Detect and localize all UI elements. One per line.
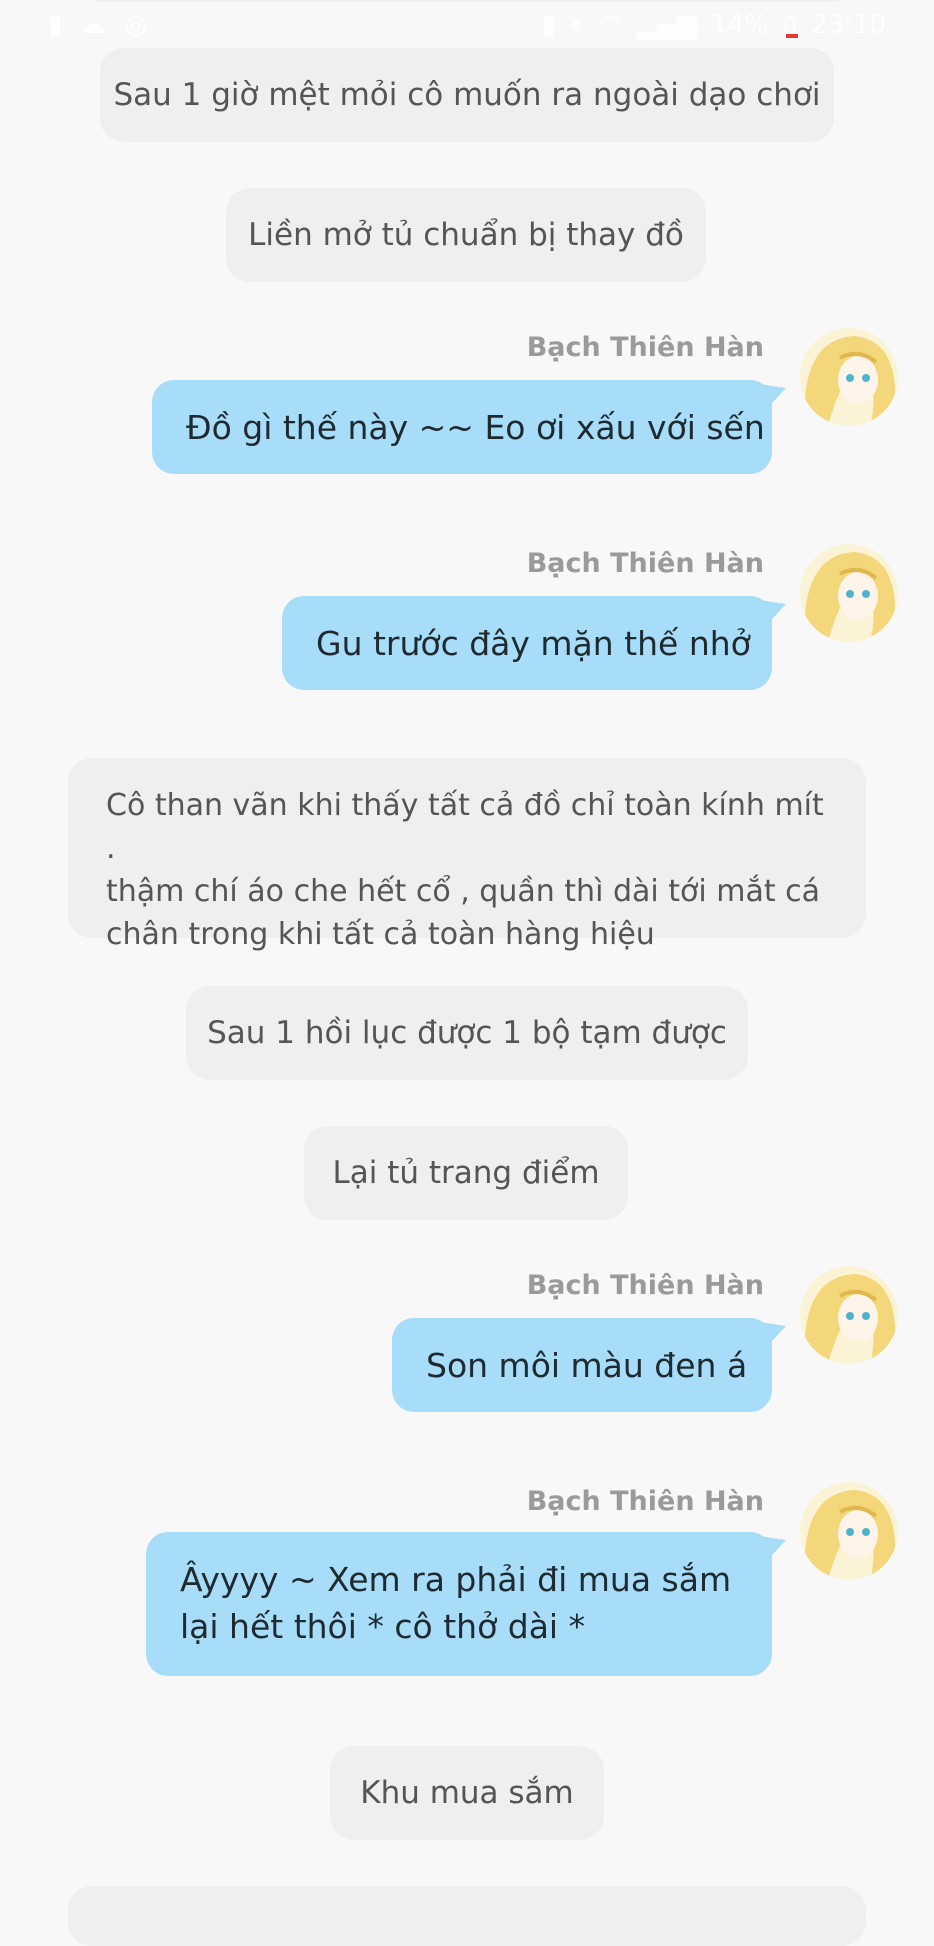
bubble-tail-icon [760, 1536, 786, 1566]
character-avatar[interactable] [800, 328, 898, 426]
sender-name: Bạch Thiên Hàn [526, 1270, 764, 1301]
narration-line: chân trong khi tất cả toàn hàng hiệu [106, 917, 655, 952]
bubble-tail-icon [760, 600, 786, 630]
message-text: Son môi màu đen á [426, 1345, 748, 1385]
narration-text: Khu mua sắm [360, 1774, 574, 1811]
character-avatar[interactable] [800, 544, 898, 642]
cloud-icon: ☁ [80, 10, 107, 40]
narration-message: Sau 1 giờ mệt mỏi cô muốn ra ngoài dạo c… [100, 48, 834, 142]
mute-icon: 🔇︎ [569, 10, 587, 40]
character-message-bubble: Âyyyy ~ Xem ra phải đi mua sắm lại hết t… [146, 1532, 786, 1676]
narration-line: Cô than vãn khi thấy tất cả đồ chỉ toàn … [106, 788, 824, 866]
character-message-bubble: Son môi màu đen á [392, 1318, 786, 1412]
avatar-anime-girl-icon [800, 544, 898, 642]
wifi-icon: ◠ [600, 10, 623, 40]
narration-message: Khu mua sắm [330, 1746, 604, 1840]
message-line: Âyyyy ~ Xem ra phải đi mua sắm [180, 1560, 732, 1599]
narration-message: Sau 1 hồi lục được 1 bộ tạm được [186, 986, 748, 1080]
status-bar-system: ▮ 🔇︎ ◠ ▂▄▆ 14% ▯ 23:10 [542, 8, 886, 42]
character-message-bubble: Gu trước đây mặn thế nhở [282, 596, 786, 690]
narration-message: Cô than vãn khi thấy tất cả đồ chỉ toàn … [68, 758, 866, 952]
battery-percent: 14% [710, 10, 769, 40]
narration-message: Liền mở tủ chuẩn bị thay đồ [226, 188, 706, 282]
narration-line: thậm chí áo che hết cổ , quần thì dài tớ… [106, 874, 821, 909]
sender-name: Bạch Thiên Hàn [526, 332, 764, 363]
sender-name: Bạch Thiên Hàn [526, 1486, 764, 1517]
status-bar: ▮ ☁ ◎ ▮ 🔇︎ ◠ ▂▄▆ 14% ▯ 23:10 [0, 0, 934, 52]
character-message-bubble: Đồ gì thế này ~~ Eo ơi xấu với sến [152, 380, 786, 474]
narration-message: Lại tủ trang điểm [304, 1126, 628, 1220]
message-text: Gu trước đây mặn thế nhở [316, 623, 751, 663]
previous-message-partial [86, 0, 848, 2]
instagram-icon: ◎ [124, 10, 147, 40]
narration-text: Liền mở tủ chuẩn bị thay đồ [248, 216, 684, 253]
battery-saver-icon: ▮ [48, 10, 63, 40]
battery-low-indicator [786, 34, 798, 38]
sender-name: Bạch Thiên Hàn [526, 548, 764, 579]
bubble-tail-icon [760, 384, 786, 414]
clock: 23:10 [811, 10, 886, 40]
next-message-partial [68, 1886, 866, 1946]
narration-text: Lại tủ trang điểm [332, 1154, 600, 1191]
character-avatar[interactable] [800, 1482, 898, 1580]
avatar-anime-girl-icon [800, 1482, 898, 1580]
narration-text: Sau 1 giờ mệt mỏi cô muốn ra ngoài dạo c… [113, 76, 821, 113]
character-avatar[interactable] [800, 1266, 898, 1364]
sim-icon: ▮ [541, 10, 556, 40]
avatar-anime-girl-icon [800, 328, 898, 426]
status-bar-notifications: ▮ ☁ ◎ [48, 10, 147, 40]
message-line: lại hết thôi * cô thở dài * [180, 1607, 586, 1646]
narration-text: Sau 1 hồi lục được 1 bộ tạm được [207, 1014, 727, 1051]
bubble-tail-icon [760, 1322, 786, 1352]
message-text: Đồ gì thế này ~~ Eo ơi xấu với sến [186, 407, 765, 447]
avatar-anime-girl-icon [800, 1266, 898, 1364]
signal-icon: ▂▄▆ [636, 10, 697, 40]
